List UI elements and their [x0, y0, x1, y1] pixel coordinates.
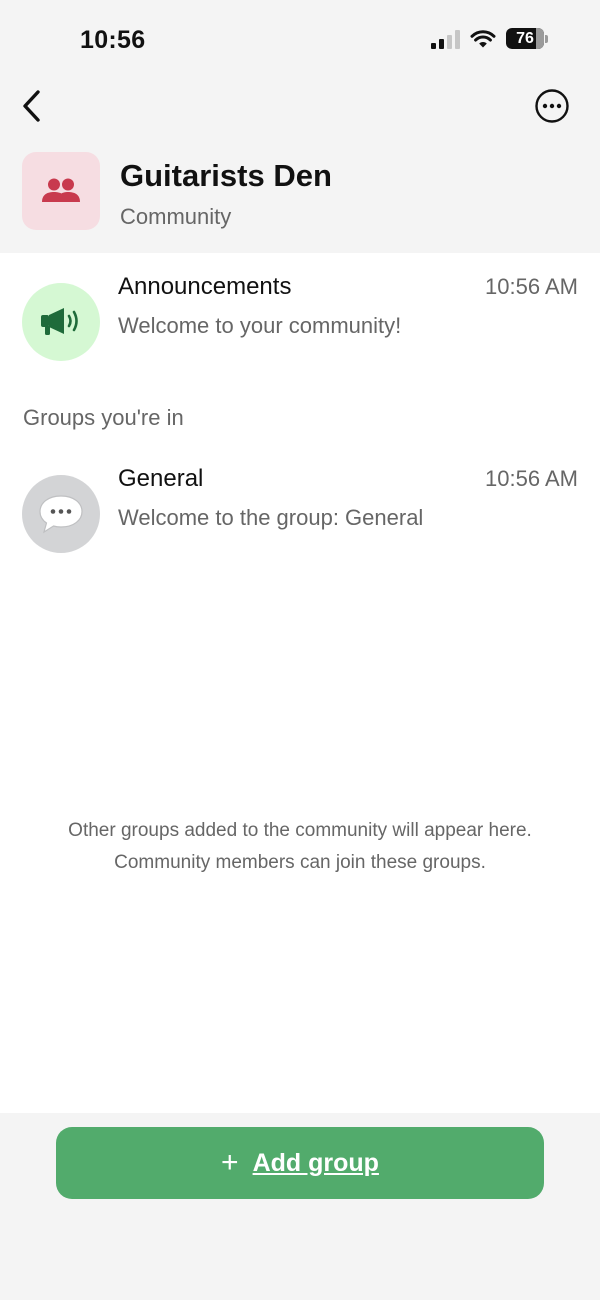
- group-name: General: [118, 465, 204, 492]
- back-button[interactable]: [14, 86, 48, 126]
- group-avatar-general: [22, 475, 100, 553]
- empty-groups-note: Other groups added to the community will…: [0, 815, 600, 879]
- group-row-general[interactable]: General 10:56 AM Welcome to the group: G…: [0, 463, 600, 563]
- add-group-label: Add group: [252, 1148, 379, 1177]
- community-subtitle: Community: [120, 204, 232, 229]
- signal-icon: [431, 29, 460, 49]
- community-name: Guitarists Den: [120, 158, 332, 193]
- announcements-row[interactable]: Announcements 10:56 AM Welcome to your c…: [0, 271, 600, 371]
- wifi-icon: [470, 29, 496, 47]
- people-icon: [42, 178, 80, 202]
- speech-bubble-icon: [39, 495, 83, 534]
- empty-note-line-2: Community members can join these groups.: [114, 852, 486, 873]
- battery-level: 76: [516, 29, 534, 47]
- announcements-avatar: [22, 283, 100, 361]
- more-options-button[interactable]: [534, 88, 570, 124]
- announcements-name: Announcements: [118, 273, 292, 300]
- megaphone-icon: [41, 308, 78, 335]
- status-icons: 76: [431, 28, 548, 49]
- status-bar: 10:56 76: [0, 0, 600, 80]
- groups-section-label: Groups you're in: [23, 405, 184, 430]
- plus-icon: +: [221, 1146, 239, 1179]
- empty-note-line-1: Other groups added to the community will…: [68, 820, 532, 841]
- announcements-time: 10:56 AM: [485, 274, 578, 299]
- group-message: Welcome to the group: General: [118, 505, 424, 530]
- ellipsis-circle-icon: [535, 89, 569, 123]
- announcements-message: Welcome to your community!: [118, 313, 402, 338]
- group-time: 10:56 AM: [485, 466, 578, 491]
- community-content: Announcements 10:56 AM Welcome to your c…: [0, 253, 600, 1113]
- community-avatar: [22, 152, 100, 230]
- chevron-left-icon: [23, 90, 40, 122]
- bottom-action-area: + Add group: [0, 1113, 600, 1300]
- nav-bar: [0, 80, 600, 132]
- battery-icon: 76: [506, 28, 548, 49]
- community-header[interactable]: Guitarists Den Community: [0, 152, 600, 252]
- status-time: 10:56: [80, 26, 146, 54]
- add-group-button[interactable]: + Add group: [56, 1127, 544, 1199]
